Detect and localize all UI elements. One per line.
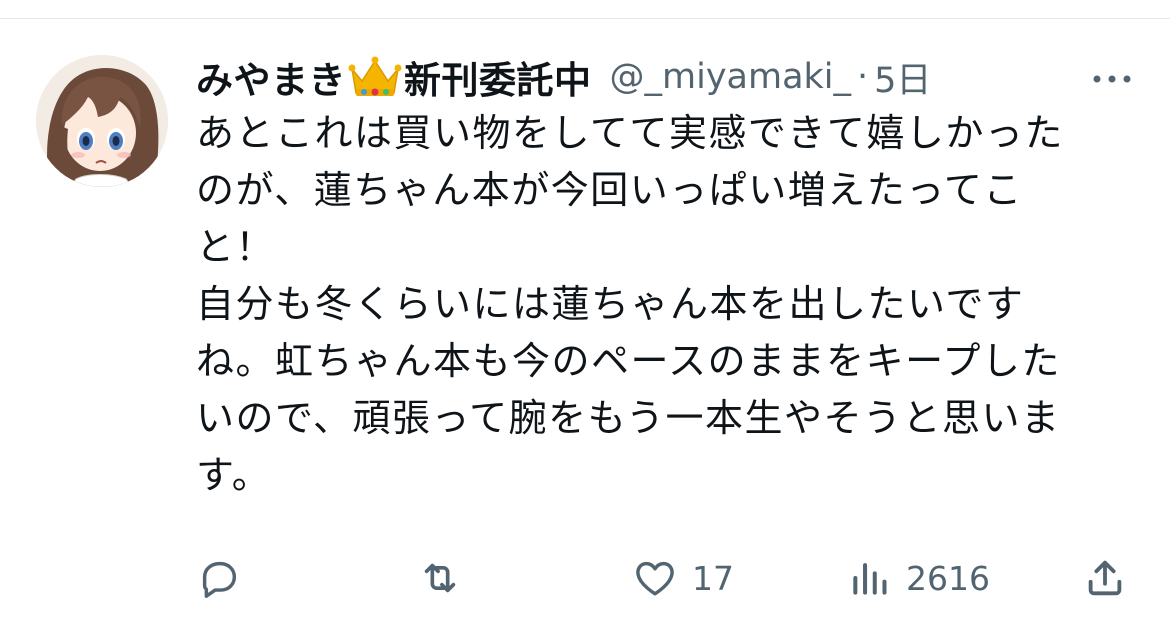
display-name-suffix[interactable]: 新刊委託中 [404, 50, 592, 104]
like-count: 17 [692, 558, 734, 598]
retweet-icon [416, 555, 464, 601]
like-button[interactable]: 17 [632, 553, 734, 603]
avatar-illustration [36, 55, 168, 187]
more-options-icon[interactable] [1090, 67, 1134, 91]
crown-icon [348, 55, 402, 99]
heart-icon [632, 555, 678, 601]
separator-dot: · [857, 57, 869, 97]
retweet-button[interactable] [416, 553, 478, 603]
reply-icon [196, 555, 242, 601]
user-handle[interactable]: @_miyamaki_ [610, 57, 852, 97]
timestamp[interactable]: 5日 [874, 52, 931, 103]
tweet-content: みやまき 新刊委託中 @_miyamaki_ · 5日 あとこれは買い物をしてて… [196, 49, 1136, 504]
tweet-header: みやまき 新刊委託中 @_miyamaki_ · 5日 [196, 49, 1136, 105]
views-icon [848, 555, 892, 601]
tweet[interactable]: みやまき 新刊委託中 @_miyamaki_ · 5日 あとこれは買い物をしてて… [0, 18, 1170, 634]
tweet-text: あとこれは買い物をしてて実感できて嬉しかった のが、蓮ちゃん本が今回いっぱい増え… [196, 111, 1064, 497]
views-count: 2616 [906, 558, 990, 598]
share-button[interactable] [1082, 553, 1128, 603]
views-button[interactable]: 2616 [848, 553, 990, 603]
reply-button[interactable] [196, 553, 256, 603]
avatar[interactable] [36, 55, 168, 187]
share-icon [1082, 555, 1128, 601]
tweet-actions: 17 2616 [196, 553, 1136, 603]
display-name[interactable]: みやまき [196, 50, 346, 104]
